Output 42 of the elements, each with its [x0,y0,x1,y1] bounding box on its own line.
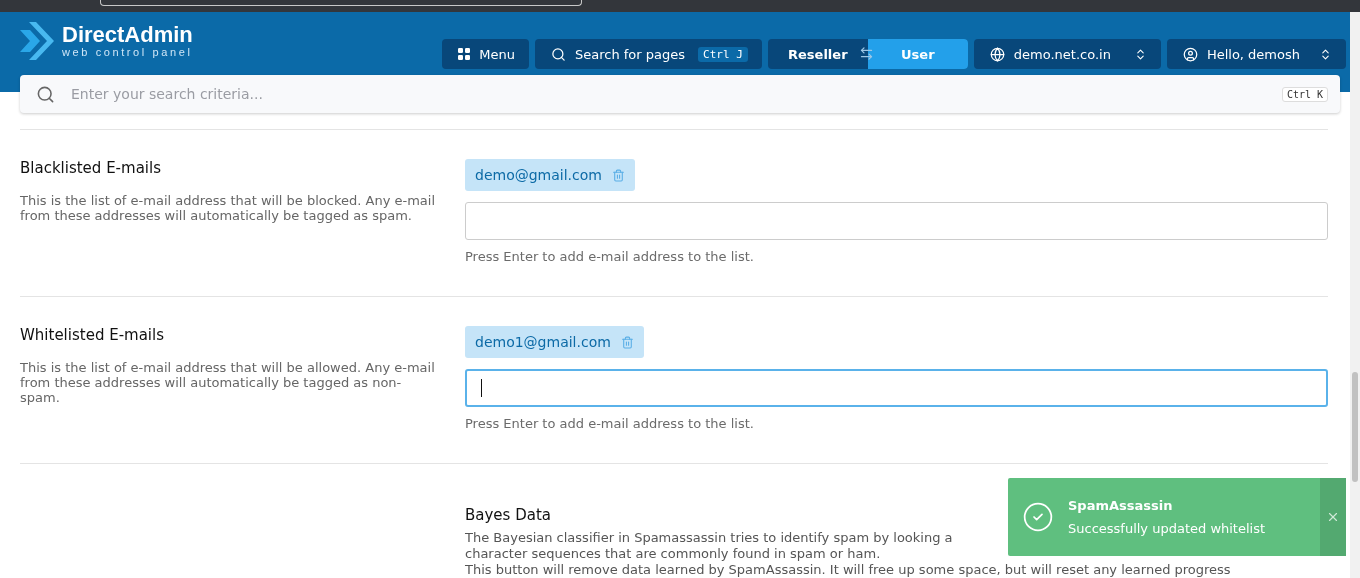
toast-title: SpamAssassin [1068,498,1174,513]
swap-icon [858,46,874,61]
grid-icon [458,48,471,60]
scrollbar[interactable] [1350,12,1360,578]
logo-tagline: web control panel [62,46,193,58]
section-description: The Bayesian classifier in Spamassassin tries to identify spam by looking a [465,530,953,546]
section-title: Whitelisted E-mails [20,326,165,344]
logo-name: DirectAdmin [62,24,193,46]
email-address: demo1@gmail.com [475,334,611,350]
check-circle-icon [1022,501,1054,533]
section-description: character sequences that are commonly found in spam or ham. [465,546,881,562]
section-title: Bayes Data [465,506,551,524]
field-hint: Press Enter to add e-mail address to the list. [465,249,755,264]
section-title: Blacklisted E-mails [20,159,162,177]
page-search-button[interactable]: Search for pages Ctrl J [535,39,762,69]
menu-button[interactable]: Menu [442,39,529,69]
field-hint: Press Enter to add e-mail address to the list. [465,416,755,431]
close-icon [1326,510,1340,524]
search-icon [36,84,55,104]
close-button[interactable] [1320,478,1346,556]
search-field[interactable]: Enter your search criteria... Ctrl K [20,75,1340,113]
chevrons-icon [1319,47,1332,61]
section-description: This is the list of e-mail address that will be allowed. Any e-mail from these addresses will automatically be tagged as non-spam. [20,360,436,405]
user-menu[interactable]: Hello, demosh [1166,39,1346,69]
email-input-field[interactable] [465,202,1328,240]
search-input[interactable]: Enter your search criteria... [69,85,1268,103]
email-address: demo@gmail.com [475,167,602,183]
section-description: This button will remove data learned by SpamAssassin. It will free up some space, but will reset any learned progress [465,562,1231,578]
role-option[interactable]: Reseller [767,39,868,69]
shortcut-key: Ctrl K [1281,86,1328,102]
email-input-field[interactable] [465,369,1328,407]
section-description: This is the list of e-mail address that will be blocked. Any e-mail from these addresses will automatically be tagged as spam. [20,193,436,223]
role-switch[interactable]: Reseller User [767,39,968,69]
user-icon [1182,46,1198,62]
search-icon [551,46,566,62]
domain-select[interactable]: demo.net.co.in [973,39,1161,69]
globe-icon [989,46,1005,62]
toast-message: Successfully updated whitelist [1068,521,1266,536]
trash-icon[interactable] [620,335,634,349]
shortcut-key: Ctrl J [698,46,748,62]
trash-icon[interactable] [611,168,625,182]
logo-icon [20,22,54,60]
